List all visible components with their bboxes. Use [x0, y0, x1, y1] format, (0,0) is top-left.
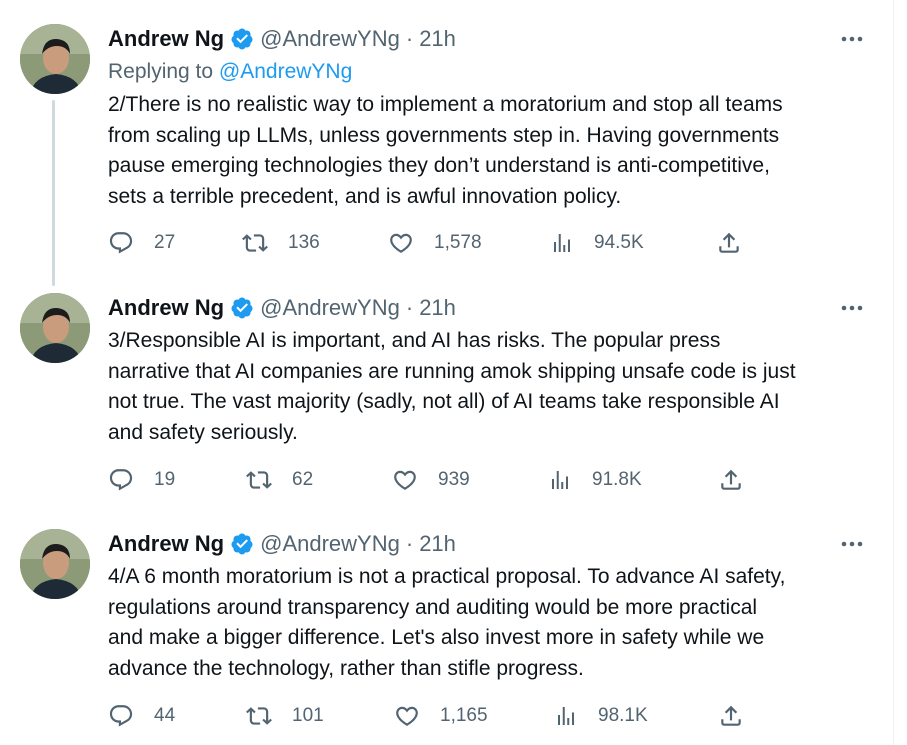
author-name[interactable]: Andrew Ng	[108, 531, 224, 557]
reply-count: 27	[154, 232, 176, 253]
like-count: 1,578	[434, 232, 482, 253]
views-button[interactable]: 91.8K	[548, 465, 642, 495]
retweet-button[interactable]: 62	[246, 465, 313, 495]
tweet-timestamp[interactable]: 21h	[419, 26, 456, 52]
views-bars-icon	[558, 707, 574, 725]
views-count: 98.1K	[598, 705, 648, 726]
tweet-text: 2/There is no realistic way to implement…	[108, 90, 878, 212]
tweet-text-line: narrative that AI companies are running …	[108, 359, 796, 383]
tweet-text-line: 4/A 6 month moratorium is not a practica…	[108, 565, 786, 588]
heart-icon	[396, 706, 418, 726]
tweet-text-line: sets a terrible precedent, and is awful …	[108, 184, 622, 208]
share-button[interactable]	[718, 465, 744, 495]
retweet-count: 62	[292, 469, 314, 490]
author-name[interactable]: Andrew Ng	[108, 26, 224, 52]
tweet-text-line: 2/There is no realistic way to implement…	[108, 93, 783, 116]
more-dots-icon[interactable]	[839, 27, 865, 51]
tweet-text-line: and safety seriously.	[108, 420, 298, 444]
like-button[interactable]: 1,578	[388, 228, 482, 258]
tweet-text-line: pause emerging technologies they don’t u…	[108, 154, 770, 177]
avatar-photo	[20, 293, 90, 363]
avatar[interactable]	[20, 529, 90, 599]
views-button[interactable]: 98.1K	[554, 701, 648, 731]
avatar[interactable]	[20, 293, 90, 363]
retweet-button[interactable]: 101	[246, 701, 324, 731]
views-bars-icon	[552, 471, 568, 489]
avatar-photo	[20, 24, 90, 94]
tweet-text: 3/Responsible AI is important, and AI ha…	[108, 326, 878, 448]
retweet-icon	[242, 234, 268, 252]
tweet-actions: 27 136 1,578 94.5K	[108, 228, 768, 258]
share-button[interactable]	[718, 701, 744, 731]
separator-dot: ·	[405, 531, 414, 556]
tweet-timestamp[interactable]: 21h	[419, 531, 456, 557]
retweet-count: 136	[288, 232, 320, 253]
avatar[interactable]	[20, 24, 90, 94]
retweet-button[interactable]: 136	[242, 228, 320, 258]
like-button[interactable]: 1,165	[394, 701, 488, 731]
views-count: 94.5K	[594, 232, 644, 253]
reply-button[interactable]: 44	[108, 701, 175, 731]
tweet-text-line: not true. The vast majority (sadly, not …	[108, 390, 780, 413]
share-icon	[719, 232, 739, 253]
author-name[interactable]: Andrew Ng	[108, 295, 224, 321]
retweet-count: 101	[292, 705, 324, 726]
verified-badge-icon	[230, 296, 254, 320]
avatar-photo	[20, 529, 90, 599]
reply-button[interactable]: 27	[108, 228, 175, 258]
author-handle[interactable]: @AndrewYNg	[260, 295, 400, 321]
share-icon	[721, 705, 741, 726]
reply-bubble-icon	[109, 232, 133, 254]
author-handle[interactable]: @AndrewYNg	[260, 26, 400, 52]
like-count: 1,165	[440, 705, 488, 726]
reply-bubble-icon	[109, 469, 133, 491]
reply-button[interactable]: 19	[108, 465, 175, 495]
share-button[interactable]	[716, 228, 742, 258]
heart-icon	[390, 233, 412, 253]
replying-to: Replying to @AndrewYNg	[108, 60, 352, 84]
tweet-text: 4/A 6 month moratorium is not a practica…	[108, 562, 878, 684]
tweet-actions: 19 62 939 91.8K	[108, 465, 768, 495]
tweet-text-line: and make a bigger difference. Let's also…	[108, 626, 765, 649]
verified-badge-icon	[230, 532, 254, 556]
more-dots-icon[interactable]	[839, 296, 865, 320]
tweet-actions: 44 101 1,165 98.1K	[108, 701, 768, 731]
thread-connector-line	[52, 100, 55, 286]
reply-count: 44	[154, 705, 176, 726]
more-dots-icon[interactable]	[839, 532, 865, 556]
tweet-text-line: advance the technology, rather than stif…	[108, 656, 584, 680]
views-bars-icon	[554, 234, 570, 252]
separator-dot: ·	[405, 26, 414, 51]
tweet-text-line: from scaling up LLMs, unless governments…	[108, 123, 780, 147]
timeline-thread: Andrew Ng @AndrewYNg · 21h Replying to @…	[0, 0, 894, 745]
reply-bubble-icon	[109, 705, 133, 727]
author-handle[interactable]: @AndrewYNg	[260, 531, 400, 557]
views-count: 91.8K	[592, 469, 642, 490]
tweet-timestamp[interactable]: 21h	[419, 295, 456, 321]
like-button[interactable]: 939	[392, 465, 470, 495]
replying-label: Replying to	[108, 60, 219, 83]
tweet-text-line: regulations around transparency and audi…	[108, 595, 758, 619]
replying-to-link[interactable]: @AndrewYNg	[219, 60, 352, 83]
heart-icon	[394, 470, 416, 490]
verified-badge-icon	[230, 27, 254, 51]
share-icon	[721, 469, 741, 490]
separator-dot: ·	[405, 295, 414, 320]
views-button[interactable]: 94.5K	[550, 228, 644, 258]
retweet-icon	[246, 471, 272, 489]
reply-count: 19	[154, 469, 176, 490]
like-count: 939	[438, 469, 470, 490]
retweet-icon	[246, 707, 272, 725]
tweet-text-line: 3/Responsible AI is important, and AI ha…	[108, 329, 721, 352]
